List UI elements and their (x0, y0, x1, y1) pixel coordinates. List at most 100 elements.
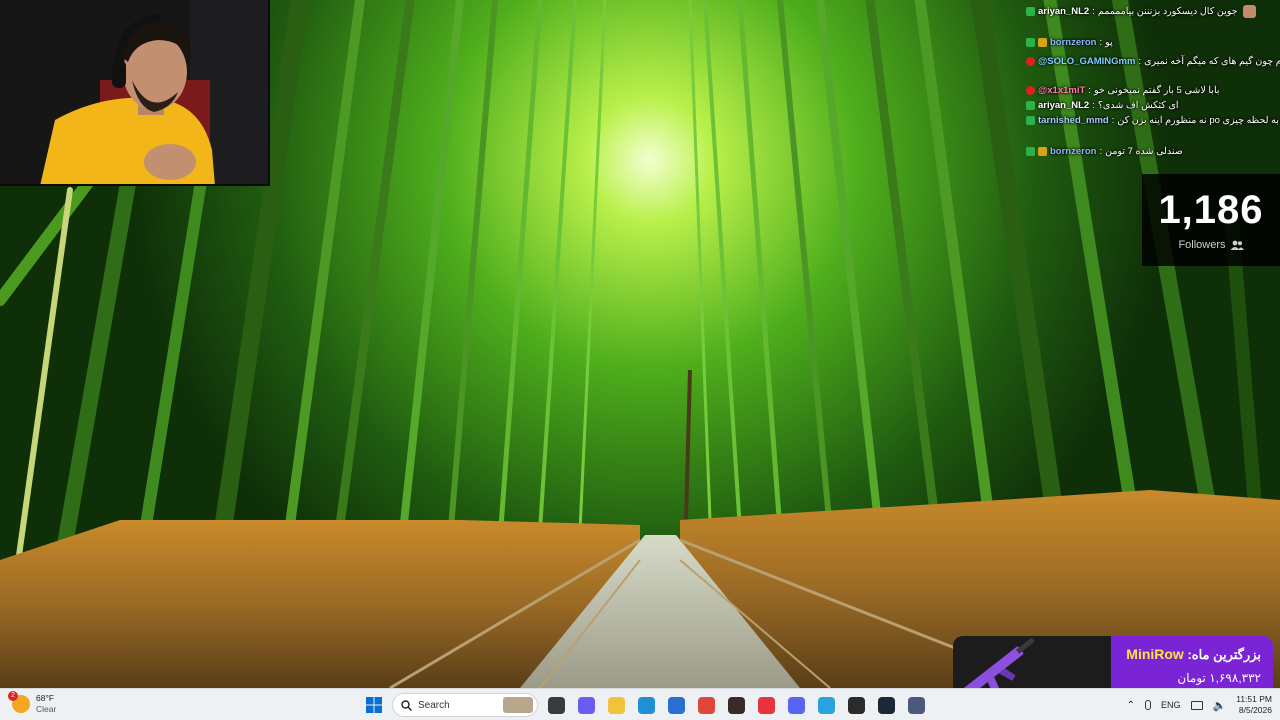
donor-title-row: بزرگترین ماه: MiniRow (1111, 646, 1261, 663)
chat-text: بابا لاشی 5 بار گفتم نمیخونی خو (1093, 85, 1220, 96)
chat-text: وایسا به لحظه چیزی po نه منظورم اینه بزن… (1117, 115, 1280, 126)
display-icon[interactable] (1190, 700, 1203, 710)
emote-icon (1242, 5, 1256, 18)
valorant-taskbar-button[interactable] (754, 693, 778, 717)
discord-icon (787, 696, 805, 714)
search-highlight-icon (503, 697, 533, 713)
file-explorer-taskbar-button[interactable] (604, 693, 628, 717)
chat-username: bornzeron (1050, 37, 1097, 48)
chat-separator: : (1099, 146, 1103, 157)
chrome-icon (697, 696, 715, 714)
app-icon (847, 696, 865, 714)
chat-separator: : (1138, 56, 1142, 67)
windows-icon (366, 697, 382, 713)
users-icon (1230, 240, 1244, 250)
moderator-badge-icon (1026, 101, 1035, 110)
chat-username: tarnished_mmd (1038, 115, 1109, 126)
taskbar: 2 68°F Clear Search ⌃ ENG 🔈 11:51 PM 8/5… (0, 688, 1280, 720)
clock-date: 8/5/2026 (1238, 705, 1272, 715)
chat-message: tarnished_mmd : وایسا به لحظه چیزی po نه… (1022, 113, 1280, 128)
donor-amount: ۱,۶۹۸,۳۳۲ تومان (1177, 671, 1261, 685)
edge-icon (637, 696, 655, 714)
taskbar-search[interactable]: Search (392, 693, 538, 717)
followers-counter: 1,186 Followers (1142, 174, 1280, 266)
language-indicator[interactable]: ENG (1161, 700, 1181, 710)
chat-message: bornzeron : صندلی شده 7 تومن (1022, 144, 1280, 159)
file-explorer-icon (607, 696, 625, 714)
copilot-taskbar-button[interactable] (574, 693, 598, 717)
obs-icon (727, 696, 745, 714)
donor-panel-info: بزرگترین ماه: MiniRow ۱,۶۹۸,۳۳۲ تومان (1111, 636, 1273, 696)
chat-separator: : (1092, 6, 1095, 17)
taskbar-pinned-area: Search (362, 692, 928, 718)
chat-separator: : (1092, 100, 1095, 111)
valorant-icon (757, 696, 775, 714)
edge-taskbar-button[interactable] (634, 693, 658, 717)
moderator-badge-icon (1026, 7, 1035, 16)
chevron-up-icon[interactable]: ⌃ (1127, 700, 1135, 711)
steam-icon (877, 696, 895, 714)
stream-chat: ariyan_NL2 : جوین کال دیسکورد بزنننن بیا… (1022, 4, 1280, 176)
search-placeholder: Search (418, 699, 450, 711)
volume-icon[interactable]: 🔈 (1213, 699, 1227, 712)
settings-app-icon (907, 696, 925, 714)
steam-taskbar-button[interactable] (874, 693, 898, 717)
microphone-icon[interactable] (1145, 700, 1152, 710)
top-donor-panel: بزرگترین ماه: MiniRow ۱,۶۹۸,۳۳۲ تومان (953, 636, 1273, 710)
weather-text: 68°F Clear (36, 693, 56, 715)
task-view-taskbar-button[interactable] (544, 693, 568, 717)
chat-username: @SOLO_GAMINGmm (1038, 56, 1136, 67)
donor-name: MiniRow (1126, 646, 1184, 662)
settings-app-taskbar-button[interactable] (904, 693, 928, 717)
subscriber-badge-icon (1038, 147, 1047, 156)
weather-temp: 68°F (36, 693, 55, 703)
discord-taskbar-button[interactable] (784, 693, 808, 717)
obs-taskbar-button[interactable] (724, 693, 748, 717)
chat-username: ariyan_NL2 (1038, 6, 1090, 17)
chat-message: @x1x1miT : بابا لاشی 5 بار گفتم نمیخونی … (1022, 83, 1280, 98)
app-taskbar-button[interactable] (844, 693, 868, 717)
task-view-icon (547, 696, 565, 714)
weather-widget[interactable]: 2 68°F Clear (8, 691, 56, 715)
search-icon (401, 699, 412, 711)
chat-text: صندلی شده 7 تومن (1105, 146, 1183, 157)
followers-label-row: Followers (1142, 239, 1280, 251)
copilot-icon (577, 696, 595, 714)
store-taskbar-button[interactable] (664, 693, 688, 717)
weather-condition: Clear (36, 704, 57, 714)
chat-username: bornzeron (1050, 146, 1097, 157)
youtube-badge-icon (1026, 86, 1035, 95)
moderator-badge-icon (1026, 147, 1035, 156)
clock-time: 11:51 PM (1236, 694, 1272, 704)
chat-separator: : (1111, 115, 1115, 126)
moderator-badge-icon (1026, 38, 1035, 47)
chat-text: جوین کال دیسکورد بزنننن بیاممممم (1097, 6, 1238, 17)
youtube-badge-icon (1026, 57, 1035, 66)
chat-text: ای کثکش اف شدی؟ (1097, 100, 1179, 111)
donor-title: بزرگترین ماه: (1187, 647, 1261, 662)
chat-username: @x1x1miT (1038, 85, 1086, 96)
subscriber-badge-icon (1038, 38, 1047, 47)
pinned-apps (544, 693, 928, 717)
chat-separator: : (1099, 37, 1103, 48)
weather-badge: 2 (8, 691, 18, 701)
telegram-taskbar-button[interactable] (814, 693, 838, 717)
weather-sun-icon: 2 (8, 691, 30, 713)
chat-message: ariyan_NL2 : ای کثکش اف شدی؟ (1022, 98, 1280, 113)
clock[interactable]: 11:51 PM 8/5/2026 (1236, 694, 1272, 716)
chat-username: ariyan_NL2 (1038, 100, 1090, 111)
telegram-icon (817, 696, 835, 714)
followers-count: 1,186 (1158, 188, 1264, 232)
chat-text: پو (1105, 37, 1113, 48)
moderator-badge-icon (1026, 116, 1035, 125)
system-tray: ⌃ ENG 🔈 11:51 PM 8/5/2026 (1127, 692, 1272, 718)
webcam-overlay (0, 0, 270, 186)
chat-message: ariyan_NL2 : جوین کال دیسکورد بزنننن بیا… (1022, 4, 1280, 19)
store-icon (667, 696, 685, 714)
chrome-taskbar-button[interactable] (694, 693, 718, 717)
start-button[interactable] (362, 693, 386, 717)
chat-separator: : (1088, 85, 1091, 96)
chat-text: ازشیا امتیاز هم بدم چون گیم های که میگم … (1144, 56, 1280, 67)
chat-message: bornzeron : پو (1022, 35, 1280, 50)
followers-label: Followers (1178, 239, 1226, 251)
